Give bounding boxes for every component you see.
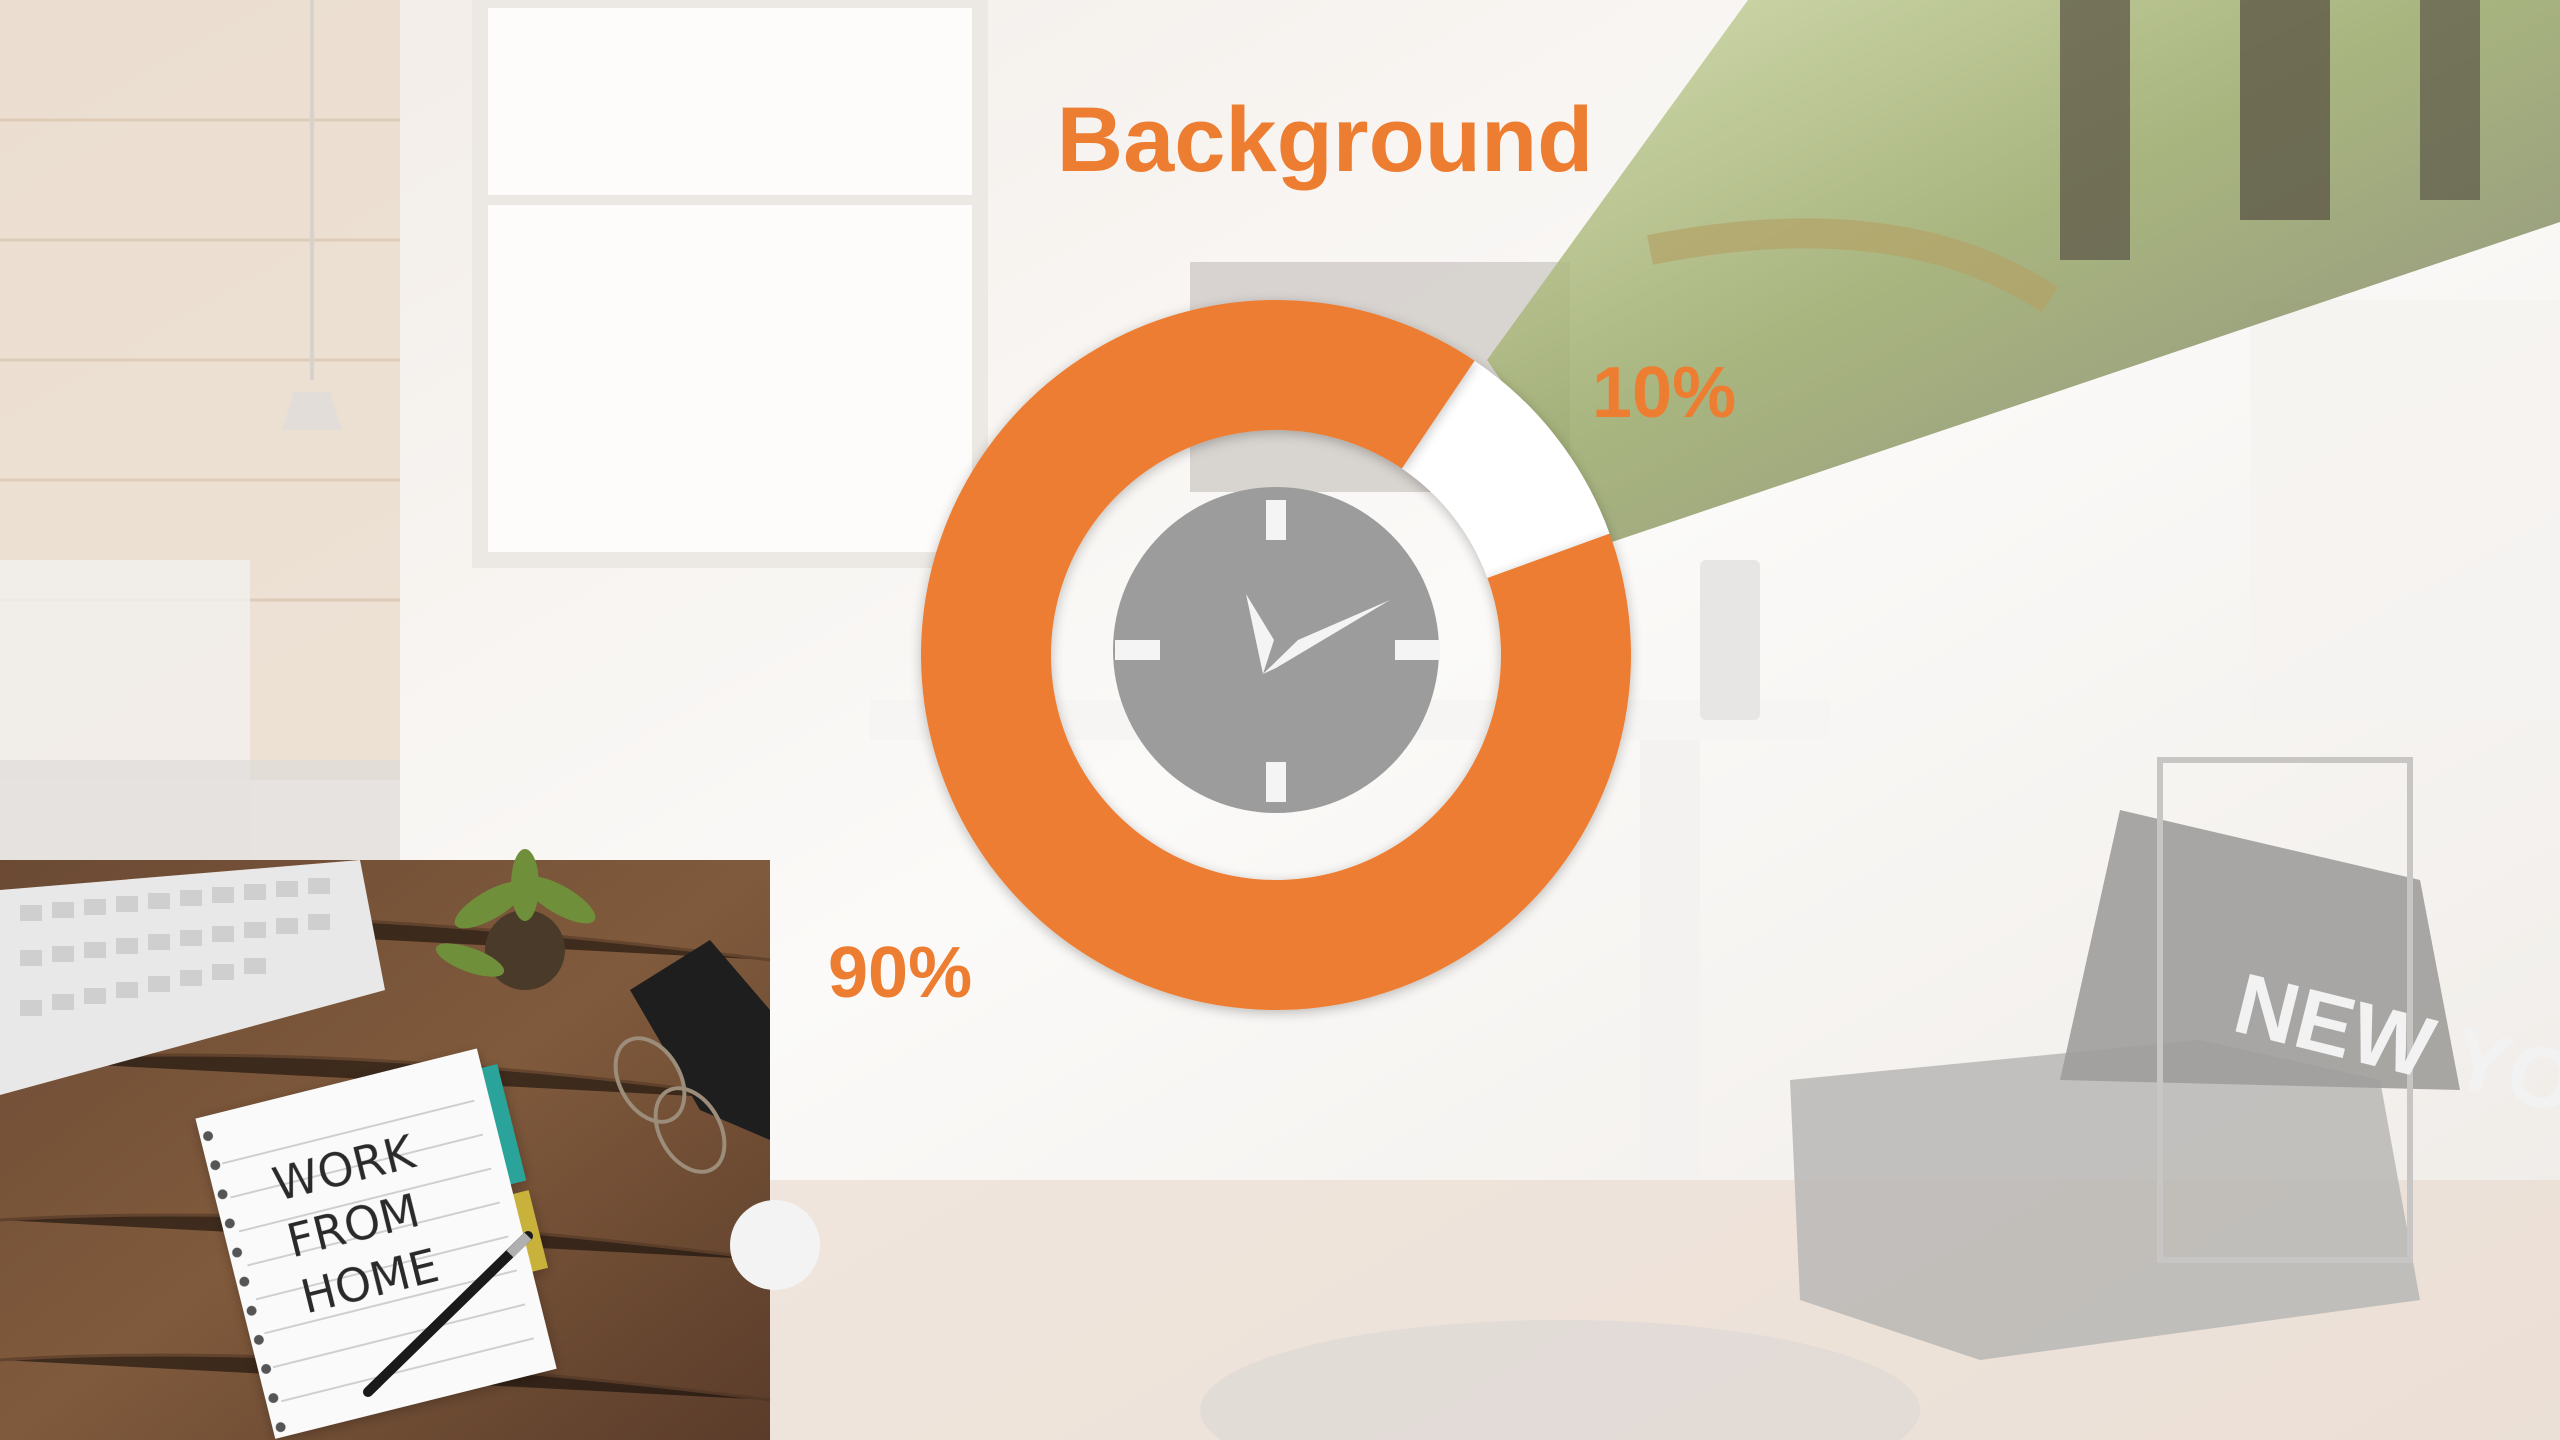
slide-title: Background <box>1056 89 1594 191</box>
slide-canvas: NEW YORK WORK FROM HOME <box>0 0 2560 1440</box>
clock-icon <box>1113 487 1440 813</box>
slice-label-10: 10% <box>1592 353 1737 433</box>
work-from-home-photo: WORK FROM HOME <box>0 849 820 1440</box>
slice-label-90: 90% <box>828 933 973 1013</box>
